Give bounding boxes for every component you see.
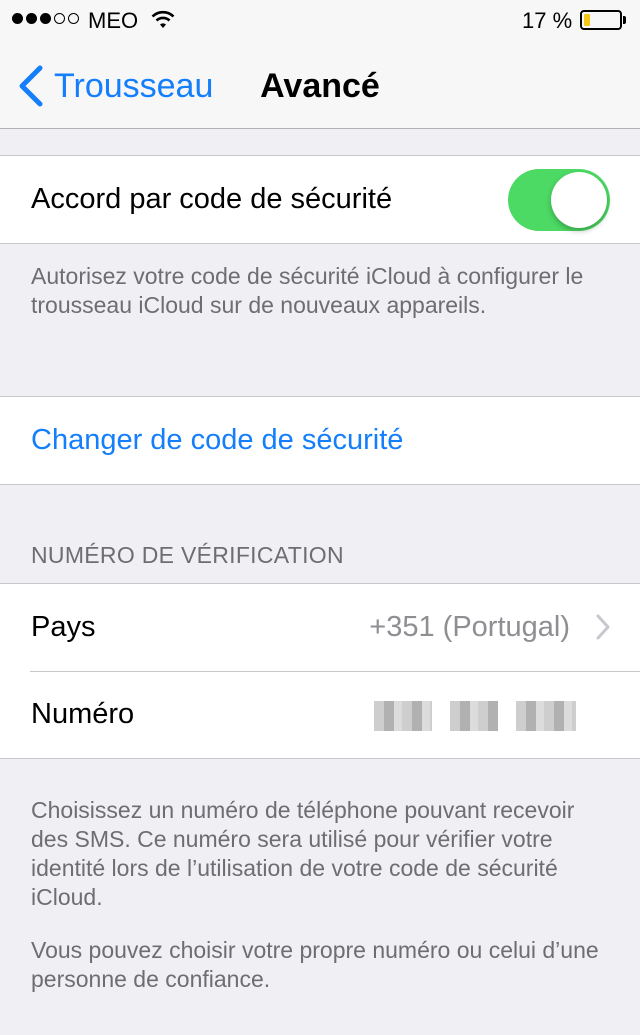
toggle-knob (551, 172, 607, 228)
change-code-group: Changer de code de sécurité (0, 396, 640, 485)
battery-level-fill (584, 14, 590, 26)
wifi-icon (151, 10, 175, 28)
approve-with-security-code-label: Accord par code de sécurité (31, 183, 393, 215)
page-title: Avancé (260, 67, 380, 105)
change-security-code-row[interactable]: Changer de code de sécurité (0, 397, 640, 484)
status-bar: MEO 17 % (0, 0, 640, 40)
change-security-code-link[interactable]: Changer de code de sécurité (31, 397, 403, 484)
verification-footer-text: Choisissez un numéro de téléphone pouvan… (31, 797, 575, 910)
navigation-bar: Trousseau Avancé (0, 40, 640, 129)
country-label: Pays (31, 611, 96, 643)
battery-percentage: 17 % (522, 8, 573, 33)
verification-group: Pays +351 (Portugal) Numéro (0, 583, 640, 759)
approve-with-security-code-row: Accord par code de sécurité (0, 156, 640, 243)
redacted-phone-number (374, 701, 576, 731)
approve-with-security-code-toggle[interactable] (508, 169, 610, 231)
number-label: Numéro (31, 698, 135, 730)
signal-strength-icon (12, 13, 79, 24)
country-row[interactable]: Pays +351 (Portugal) (0, 584, 640, 671)
verification-section-header: NUMÉRO DE VÉRIFICATION (31, 542, 344, 568)
country-value: +351 (Portugal) (369, 611, 570, 643)
approve-group: Accord par code de sécurité (0, 155, 640, 244)
approve-footer-text: Autorisez votre code de sécurité iCloud … (31, 263, 584, 318)
battery-tip (623, 16, 626, 24)
carrier-name: MEO (88, 8, 139, 33)
chevron-right-icon (596, 614, 610, 640)
verification-footer-note: Vous pouvez choisir votre propre numéro … (31, 937, 599, 992)
number-row[interactable]: Numéro (0, 671, 640, 758)
